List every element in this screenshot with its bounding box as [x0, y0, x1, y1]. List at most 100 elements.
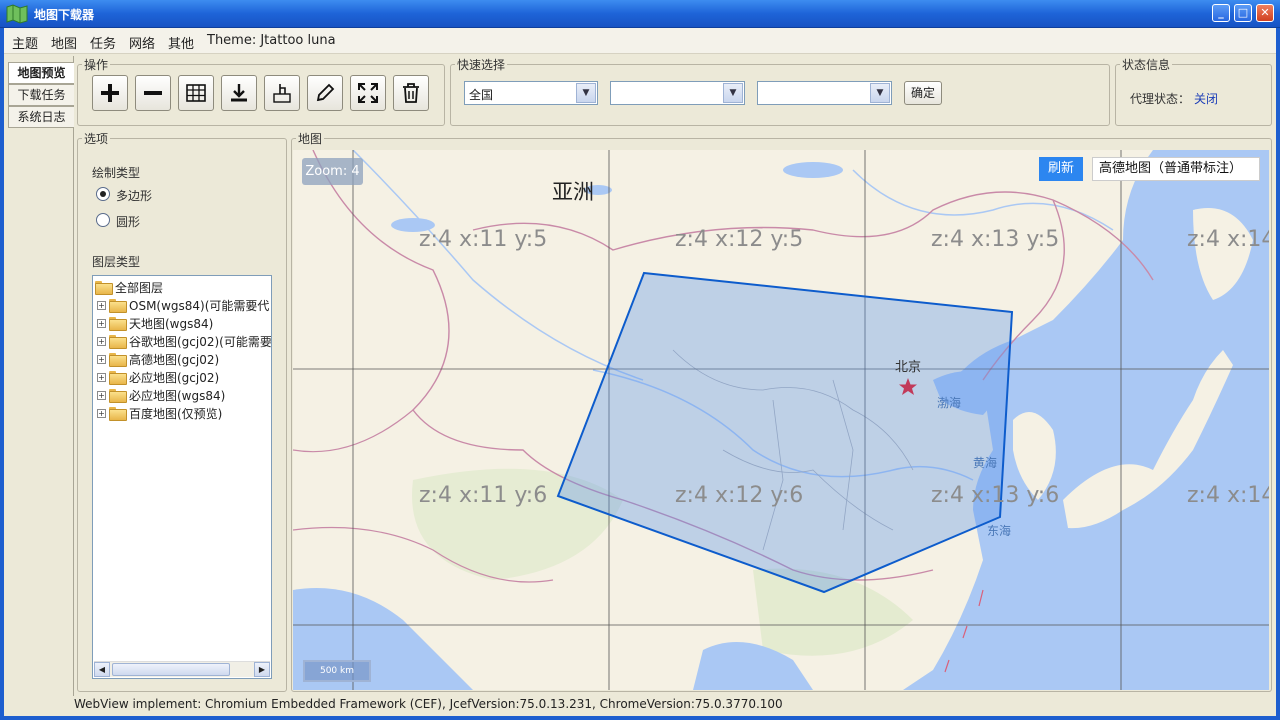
map-view[interactable]: z:4 x:11 y:5 z:4 x:12 y:5 z:4 x:13 y:5 z… [293, 150, 1269, 690]
side-tabs: 地图预览 下载任务 系统日志 [8, 62, 74, 128]
delete-button[interactable] [393, 75, 429, 111]
tree-item-bing-gcj02[interactable]: + 必应地图(gcj02) [97, 368, 219, 386]
close-button[interactable]: ✕ [1256, 4, 1274, 22]
edit-button[interactable] [307, 75, 343, 111]
remove-button[interactable] [135, 75, 171, 111]
operations-legend: 操作 [82, 56, 111, 73]
tree-item-label: 天地图(wgs84) [129, 316, 214, 331]
polygon-radio-label[interactable]: 多边形 [116, 187, 152, 204]
operations-group: 操作 [77, 56, 445, 126]
tile-label: z:4 x:14 [1187, 483, 1269, 508]
province-select[interactable]: 全国 ▼ [464, 81, 598, 105]
chevron-down-icon: ▼ [576, 83, 596, 103]
download-button[interactable] [221, 75, 257, 111]
map-layer-select[interactable]: 高德地图（普通带标注） [1092, 157, 1260, 181]
tree-item-tianditu[interactable]: + 天地图(wgs84) [97, 314, 213, 332]
scroll-right-icon[interactable]: ▶ [254, 662, 270, 677]
window-title: 地图下载器 [34, 8, 95, 22]
tree-item-osm[interactable]: + OSM(wgs84)(可能需要代 [97, 296, 269, 314]
menu-bar: 主题 地图 任务 网络 其他 Theme: Jtattoo luna [4, 28, 1276, 54]
refresh-button[interactable]: 刷新 [1039, 157, 1083, 181]
sea-label-yellow-sea: 黄海 [973, 456, 998, 470]
fullscreen-icon [358, 83, 378, 103]
pencil-icon [316, 83, 335, 102]
expand-icon[interactable]: + [97, 336, 106, 346]
chevron-down-icon: ▼ [870, 83, 890, 103]
add-icon [101, 84, 119, 102]
tree-item-label: 必应地图(gcj02) [129, 370, 220, 385]
tree-root[interactable]: 全部图层 [95, 278, 163, 296]
folder-icon [109, 389, 127, 403]
tree-item-baidu[interactable]: + 百度地图(仅预览) [97, 404, 222, 422]
proxy-status-label: 代理状态： [1130, 92, 1191, 106]
tree-horizontal-scrollbar[interactable]: ◀ ▶ [94, 661, 270, 677]
tree-item-amap[interactable]: + 高德地图(gcj02) [97, 350, 219, 368]
options-legend: 选项 [82, 130, 111, 147]
folder-icon [109, 317, 127, 331]
tree-item-label: 高德地图(gcj02) [129, 352, 220, 367]
map-legend: 地图 [296, 130, 325, 147]
tree-root-label: 全部图层 [115, 280, 164, 295]
tree-item-label: 谷歌地图(gcj02)(可能需要 [129, 334, 272, 349]
folder-icon [109, 407, 127, 421]
select-button[interactable] [264, 75, 300, 111]
chevron-down-icon: ▼ [723, 83, 743, 103]
expand-icon[interactable]: + [97, 300, 106, 310]
tab-download-tasks[interactable]: 下载任务 [8, 84, 74, 106]
menu-theme-name[interactable]: Theme: Jtattoo luna [207, 33, 336, 48]
city-label-beijing: 北京 [895, 360, 922, 375]
circle-radio[interactable] [96, 213, 110, 227]
tree-item-label: OSM(wgs84)(可能需要代 [129, 298, 270, 313]
sea-label-east-sea: 东海 [987, 524, 1012, 538]
map-app-icon [6, 4, 28, 24]
trash-icon [403, 83, 419, 103]
polygon-radio[interactable] [96, 187, 110, 201]
scrollbar-thumb[interactable] [112, 663, 230, 676]
grid-button[interactable] [178, 75, 214, 111]
tile-label: z:4 x:14 [1187, 227, 1269, 252]
minimize-button[interactable]: _ [1212, 4, 1230, 22]
scroll-left-icon[interactable]: ◀ [94, 662, 110, 677]
menu-map[interactable]: 地图 [51, 33, 77, 52]
status-info-legend: 状态信息 [1120, 56, 1173, 73]
expand-icon[interactable]: + [97, 318, 106, 328]
menu-theme[interactable]: 主题 [12, 33, 38, 52]
tile-label: z:4 x:11 y:5 [419, 227, 548, 252]
folder-icon [109, 371, 127, 385]
confirm-button[interactable]: 确定 [904, 81, 942, 105]
grid-icon [186, 84, 206, 102]
download-icon [231, 84, 247, 102]
proxy-status-value[interactable]: 关闭 [1194, 90, 1218, 107]
add-button[interactable] [92, 75, 128, 111]
province-select-value: 全国 [469, 88, 494, 102]
status-footer: WebView implement: Chromium Embedded Fra… [74, 697, 783, 711]
expand-icon[interactable]: + [97, 354, 106, 364]
district-select[interactable]: ▼ [757, 81, 892, 105]
tree-item-bing-wgs84[interactable]: + 必应地图(wgs84) [97, 386, 225, 404]
fullscreen-button[interactable] [350, 75, 386, 111]
menu-task[interactable]: 任务 [90, 33, 116, 52]
menu-other[interactable]: 其他 [168, 33, 194, 52]
folder-icon [109, 335, 127, 349]
tile-label: z:4 x:12 y:5 [675, 227, 804, 252]
tab-map-preview[interactable]: 地图预览 [8, 62, 74, 84]
window-titlebar: 地图下载器 _ □ ✕ [0, 0, 1280, 28]
city-select[interactable]: ▼ [610, 81, 745, 105]
tree-item-google[interactable]: + 谷歌地图(gcj02)(可能需要 [97, 332, 272, 350]
expand-icon[interactable]: + [97, 390, 106, 400]
tree-item-label: 百度地图(仅预览) [129, 406, 223, 421]
menu-network[interactable]: 网络 [129, 33, 155, 52]
sea-label-bohai: 渤海 [937, 396, 962, 410]
expand-icon[interactable]: + [97, 408, 106, 418]
quick-select-legend: 快速选择 [455, 56, 508, 73]
maximize-button[interactable]: □ [1234, 4, 1252, 22]
layer-type-label: 图层类型 [92, 255, 141, 269]
hand-select-icon [273, 84, 291, 103]
scale-bar: 500 km [303, 660, 371, 682]
zoom-level-badge: Zoom: 4 [302, 158, 363, 185]
circle-radio-label[interactable]: 圆形 [116, 213, 140, 230]
expand-icon[interactable]: + [97, 372, 106, 382]
tab-system-log[interactable]: 系统日志 [8, 106, 74, 128]
draw-type-label: 绘制类型 [92, 166, 141, 180]
tile-label: z:4 x:13 y:6 [931, 483, 1060, 508]
